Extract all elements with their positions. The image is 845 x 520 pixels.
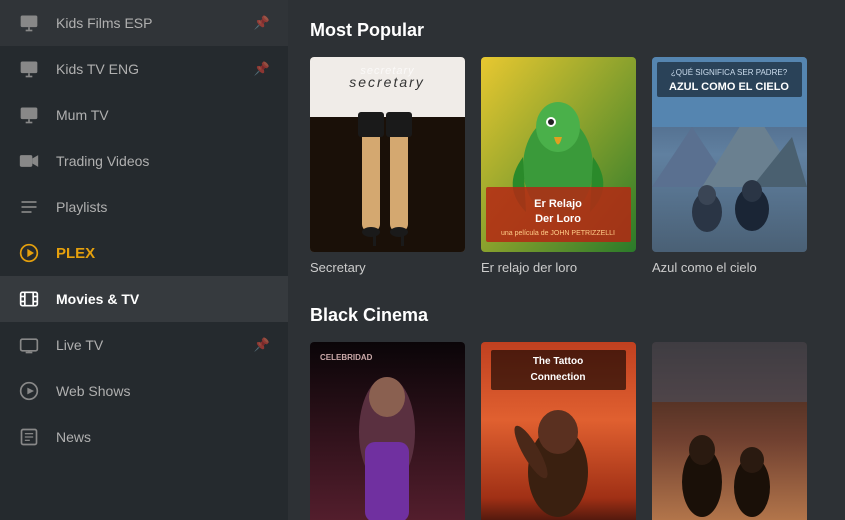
sidebar-item-label: Mum TV bbox=[56, 107, 270, 123]
pin-icon: 📌 bbox=[254, 337, 270, 353]
sidebar-item-live-tv[interactable]: Live TV 📌 bbox=[0, 322, 288, 368]
film-icon bbox=[18, 288, 40, 310]
svg-text:una película de JOHN PETRIZZEL: una película de JOHN PETRIZZELLI bbox=[501, 230, 615, 237]
movie-card-secretary[interactable]: secretary bbox=[310, 57, 465, 275]
sidebar-item-label: Kids TV ENG bbox=[56, 61, 238, 77]
pin-icon: 📌 bbox=[254, 15, 270, 31]
sidebar-item-trading-videos[interactable]: Trading Videos bbox=[0, 138, 288, 184]
movie-title: Secretary bbox=[310, 260, 465, 275]
svg-text:Connection: Connection bbox=[531, 372, 586, 383]
sidebar-item-mum-tv[interactable]: Mum TV bbox=[0, 92, 288, 138]
main-content: Most Popular secretary bbox=[288, 0, 845, 520]
monitor-icon bbox=[18, 104, 40, 126]
sidebar-item-label: Live TV bbox=[56, 337, 238, 353]
movie-poster: CELEBRIDAD bbox=[310, 342, 465, 520]
newspaper-icon bbox=[18, 426, 40, 448]
sidebar-item-playlists[interactable]: Playlists bbox=[0, 184, 288, 230]
most-popular-grid: secretary bbox=[310, 57, 823, 275]
sidebar: Kids Films ESP 📌 Kids TV ENG 📌 Mum TV Tr… bbox=[0, 0, 288, 520]
movie-card-azul[interactable]: ¿QUÉ SIGNIFICA SER PADRE? AZUL COMO EL C… bbox=[652, 57, 807, 275]
movie-card-relajo[interactable]: Er Relajo Der Loro una película de JOHN … bbox=[481, 57, 636, 275]
black-cinema-section: Black Cinema bbox=[310, 305, 823, 520]
sidebar-item-plex[interactable]: PLEX bbox=[0, 230, 288, 276]
movie-poster: Er Relajo Der Loro una película de JOHN … bbox=[481, 57, 636, 252]
plex-icon bbox=[18, 242, 40, 264]
sidebar-item-label: Kids Films ESP bbox=[56, 15, 238, 31]
movie-title: Azul como el cielo bbox=[652, 260, 807, 275]
poster-image: secretary bbox=[310, 57, 465, 252]
movie-poster: The Tattoo Connection bbox=[481, 342, 636, 520]
movie-card-bc3[interactable] bbox=[652, 342, 807, 520]
sidebar-item-label: News bbox=[56, 429, 270, 445]
movie-card-tattoo[interactable]: The Tattoo Connection bbox=[481, 342, 636, 520]
sidebar-item-news[interactable]: News bbox=[0, 414, 288, 460]
sidebar-item-movies-tv[interactable]: Movies & TV bbox=[0, 276, 288, 322]
svg-text:The Tattoo: The Tattoo bbox=[533, 356, 583, 367]
monitor-icon bbox=[18, 12, 40, 34]
black-cinema-grid: CELEBRIDAD bbox=[310, 342, 823, 520]
video-camera-icon bbox=[18, 150, 40, 172]
sidebar-item-web-shows[interactable]: Web Shows bbox=[0, 368, 288, 414]
movie-card-bc1[interactable]: CELEBRIDAD bbox=[310, 342, 465, 520]
sidebar-item-kids-tv-eng[interactable]: Kids TV ENG 📌 bbox=[0, 46, 288, 92]
movie-poster bbox=[652, 342, 807, 520]
sidebar-item-label: Trading Videos bbox=[56, 153, 270, 169]
play-circle-icon bbox=[18, 380, 40, 402]
sidebar-item-label: Playlists bbox=[56, 199, 270, 215]
sidebar-item-label: Web Shows bbox=[56, 383, 270, 399]
svg-text:secretary: secretary bbox=[349, 74, 425, 90]
movie-title: Er relajo der loro bbox=[481, 260, 636, 275]
sidebar-item-label: Movies & TV bbox=[56, 291, 270, 307]
movie-poster: ¿QUÉ SIGNIFICA SER PADRE? AZUL COMO EL C… bbox=[652, 57, 807, 252]
sidebar-item-label: PLEX bbox=[56, 245, 270, 262]
monitor-icon bbox=[18, 58, 40, 80]
tv-icon bbox=[18, 334, 40, 356]
svg-text:CELEBRIDAD: CELEBRIDAD bbox=[320, 353, 373, 362]
svg-text:¿QUÉ SIGNIFICA SER PADRE?: ¿QUÉ SIGNIFICA SER PADRE? bbox=[671, 68, 788, 77]
svg-text:Der Loro: Der Loro bbox=[535, 213, 581, 225]
list-icon bbox=[18, 196, 40, 218]
most-popular-section: Most Popular secretary bbox=[310, 20, 823, 275]
svg-text:AZUL COMO EL CIELO: AZUL COMO EL CIELO bbox=[669, 81, 789, 93]
pin-icon: 📌 bbox=[254, 61, 270, 77]
black-cinema-title: Black Cinema bbox=[310, 305, 823, 326]
sidebar-item-kids-films-esp[interactable]: Kids Films ESP 📌 bbox=[0, 0, 288, 46]
svg-text:Er Relajo: Er Relajo bbox=[534, 198, 582, 210]
most-popular-title: Most Popular bbox=[310, 20, 823, 41]
movie-poster: secretary bbox=[310, 57, 465, 252]
